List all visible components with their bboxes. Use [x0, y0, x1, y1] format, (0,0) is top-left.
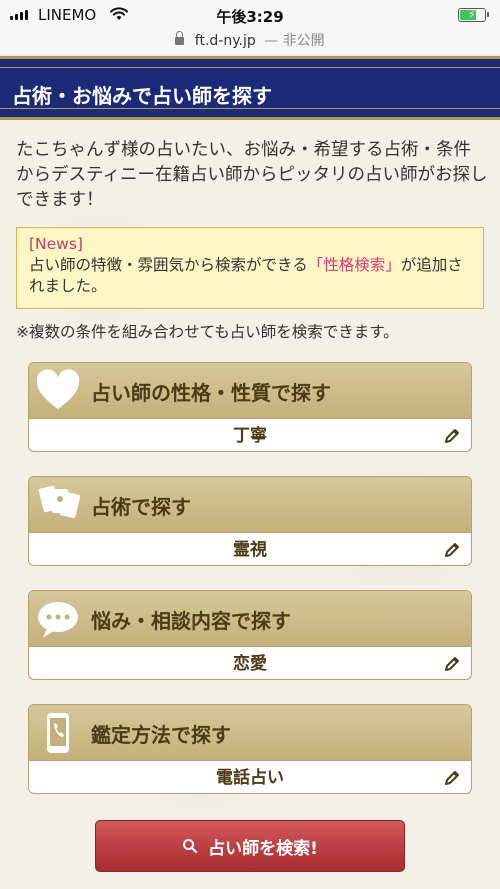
url-domain: ft.d-ny.jp: [194, 33, 256, 49]
phone-icon: [47, 713, 69, 753]
search-note: ※複数の条件を組み合わせても占い師を検索できます。: [16, 323, 399, 341]
page-title: 占術・お悩みで占い師を探す: [12, 84, 272, 108]
personality-search-card[interactable]: 占い師の性格・性質で探す 丁寧: [28, 362, 472, 452]
heart-icon: [36, 369, 80, 409]
card-title: 鑑定方法で探す: [91, 723, 231, 747]
search-submit-button[interactable]: 占い師を検索!: [95, 820, 405, 872]
card-header[interactable]: 鑑定方法で探す: [29, 705, 471, 761]
worries-search-card[interactable]: 悩み・相談内容で探す 恋愛: [28, 590, 472, 680]
card-selected-value[interactable]: 霊視: [29, 535, 471, 565]
search-icon: [183, 839, 198, 854]
news-text-before: 占い師の特徴・雰囲気から検索ができる: [29, 256, 308, 274]
card-title: 占術で探す: [91, 495, 191, 519]
pencil-icon[interactable]: [443, 769, 461, 787]
news-tag: [News]: [29, 235, 83, 253]
news-body: 占い師の特徴・雰囲気から検索ができる「性格検索」が追加されました。: [29, 255, 471, 297]
card-selected-value[interactable]: 丁寧: [29, 421, 471, 451]
page-header: 占術・お悩みで占い師を探す: [0, 56, 500, 120]
card-selected-value[interactable]: 恋愛: [29, 649, 471, 679]
address-bar[interactable]: ft.d-ny.jp — 非公開: [0, 30, 500, 54]
card-selected-value[interactable]: 電話占い: [29, 763, 471, 793]
card-title: 悩み・相談内容で探す: [91, 609, 291, 633]
battery-icon: ⚡: [458, 8, 489, 22]
divination-search-card[interactable]: 占術で探す 霊視: [28, 476, 472, 566]
tarot-cards-icon: [38, 485, 81, 519]
speech-bubble-icon: [38, 602, 78, 638]
pencil-icon[interactable]: [443, 427, 461, 445]
intro-text: たこちゃんず様の占いたい、お悩み・希望する占術・条件からデスティニー在籍占い師か…: [16, 140, 488, 210]
lock-icon: [175, 31, 185, 45]
card-header[interactable]: 悩み・相談内容で探す: [29, 591, 471, 647]
news-highlight-link[interactable]: 「性格検索」: [308, 256, 401, 274]
url-privacy-label: — 非公開: [264, 33, 325, 49]
pencil-icon[interactable]: [443, 541, 461, 559]
card-title: 占い師の性格・性質で探す: [91, 381, 331, 405]
card-header[interactable]: 占い師の性格・性質で探す: [29, 363, 471, 419]
news-box: [News] 占い師の特徴・雰囲気から検索ができる「性格検索」が追加されました。: [16, 227, 484, 309]
status-bar: LINEMO 午後3:29 ⚡: [0, 0, 500, 30]
pencil-icon[interactable]: [443, 655, 461, 673]
search-submit-label: 占い師を検索!: [208, 838, 318, 859]
card-header[interactable]: 占術で探す: [29, 477, 471, 533]
clock-time: 午後3:29: [216, 8, 284, 26]
method-search-card[interactable]: 鑑定方法で探す 電話占い: [28, 704, 472, 794]
